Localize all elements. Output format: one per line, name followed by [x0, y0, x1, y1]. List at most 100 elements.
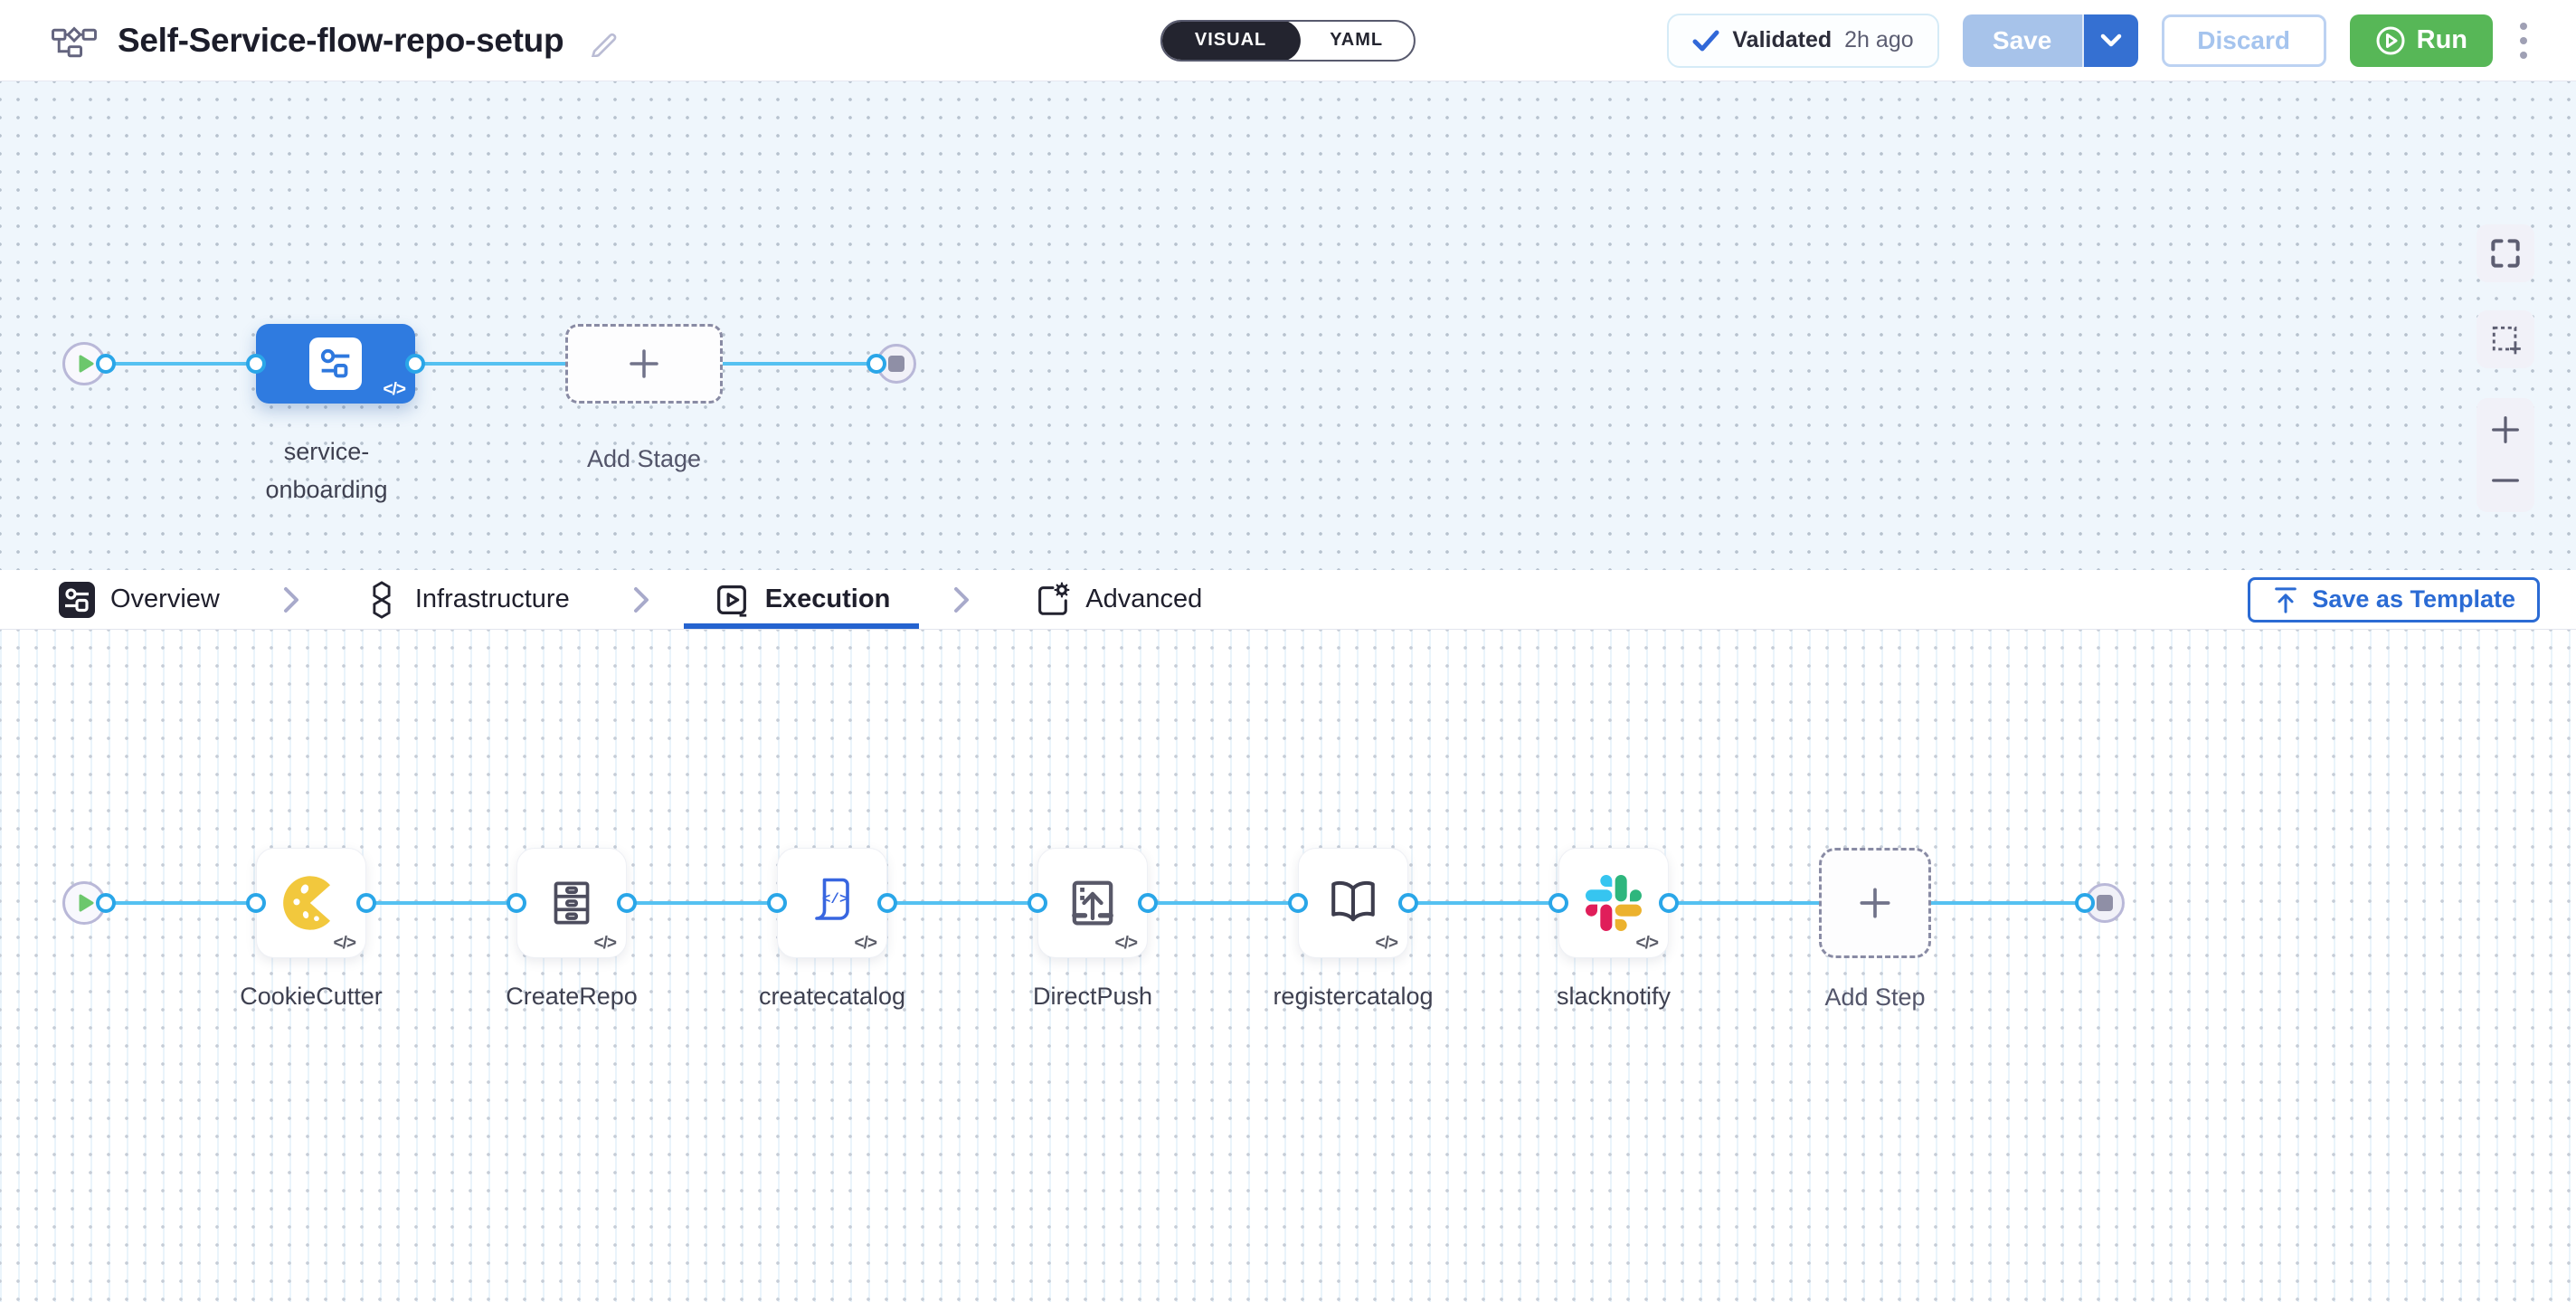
connector-dot[interactable]: [246, 893, 266, 913]
marquee-select-button[interactable]: [2477, 310, 2534, 368]
pipeline-flowchart-icon: [51, 22, 98, 60]
zoom-controls: [2477, 398, 2534, 512]
tab-advanced[interactable]: Advanced: [1026, 570, 1209, 629]
code-badge: </>: [384, 380, 405, 400]
validation-badge[interactable]: Validated 2h ago: [1667, 14, 1938, 68]
connector-dot[interactable]: [2075, 893, 2095, 913]
marquee-select-icon: [2487, 321, 2524, 357]
stage-canvas[interactable]: </> service- onboarding Add Stage: [0, 81, 2576, 570]
stage-label: service- onboarding: [191, 432, 462, 508]
play-icon: [79, 894, 94, 912]
step-card[interactable]: </>: [1037, 848, 1148, 958]
step-label: slacknotify: [1478, 977, 1749, 1015]
chevron-down-icon: [2100, 33, 2122, 48]
code-badge: </>: [1115, 934, 1137, 954]
fullscreen-icon: [2487, 235, 2524, 271]
stage-node-service-onboarding[interactable]: </>: [256, 324, 415, 404]
stage-type-icon: [309, 337, 362, 390]
code-badge: </>: [594, 934, 616, 954]
connector-dot[interactable]: [767, 893, 787, 913]
play-icon: [79, 355, 94, 373]
fullscreen-button[interactable]: [2477, 224, 2534, 282]
edit-pencil-icon[interactable]: [587, 24, 620, 57]
header-actions: Validated 2h ago Save Discard Run: [1667, 14, 2531, 68]
tab-execution[interactable]: Execution: [706, 570, 898, 629]
connector-dot[interactable]: [246, 354, 266, 374]
kebab-menu-icon[interactable]: [2516, 19, 2531, 62]
zoom-out-icon[interactable]: [2488, 463, 2523, 498]
zoom-in-icon[interactable]: [2488, 413, 2523, 447]
slack-icon: [1586, 875, 1642, 931]
connector-dot[interactable]: [96, 893, 116, 913]
chevron-right-icon: [283, 586, 299, 613]
tab-infrastructure[interactable]: Infrastructure: [355, 570, 577, 629]
register-book-icon: [1322, 872, 1384, 934]
connector-dot[interactable]: [617, 893, 637, 913]
add-step-node[interactable]: [1819, 848, 1931, 958]
mode-toggle[interactable]: VISUAL YAML: [1160, 20, 1416, 62]
connector-dot[interactable]: [507, 893, 526, 913]
add-step-label: Add Step: [1739, 978, 2011, 1016]
execution-canvas[interactable]: Add Step </> CookieCutter </> CreateRepo </>…: [0, 630, 2576, 1302]
code-badge: </>: [1636, 934, 1658, 954]
direct-push-icon: [1062, 872, 1123, 934]
chevron-right-icon: [953, 586, 970, 613]
connector-dot[interactable]: [1288, 893, 1308, 913]
run-button[interactable]: Run: [2350, 14, 2493, 67]
connector-dot[interactable]: [96, 354, 116, 374]
save-dropdown-button[interactable]: [2082, 14, 2138, 67]
stage-tabbar: Overview Infrastructure Execution: [0, 570, 2576, 630]
step-label: DirectPush: [957, 977, 1228, 1015]
save-split-button: Save: [1963, 14, 2138, 67]
save-as-template-button[interactable]: Save as Template: [2248, 577, 2540, 622]
upload-template-icon: [2272, 585, 2299, 614]
overview-stage-icon: [58, 581, 96, 619]
step-card[interactable]: </>: [1558, 848, 1669, 958]
step-card[interactable]: </>: [516, 848, 627, 958]
connector-dot[interactable]: [405, 354, 425, 374]
connector-dot[interactable]: [1398, 893, 1418, 913]
repo-drawers-icon: [542, 873, 601, 933]
execution-play-icon: [713, 581, 751, 619]
pipeline-studio: Self-Service-flow-repo-setup VISUAL YAML…: [0, 0, 2576, 1302]
connector-dot[interactable]: [1138, 893, 1158, 913]
code-badge: </>: [855, 934, 876, 954]
step-card[interactable]: </>: [256, 848, 366, 958]
connector-dot[interactable]: [867, 354, 886, 374]
connector-dot[interactable]: [1659, 893, 1679, 913]
discard-button[interactable]: Discard: [2162, 14, 2326, 67]
catalog-script-icon: </>: [801, 872, 863, 934]
validation-status: Validated: [1732, 27, 1832, 53]
step-label: CreateRepo: [436, 977, 707, 1015]
add-stage-label: Add Stage: [508, 440, 780, 478]
stage-flow-line: [86, 362, 891, 366]
step-card[interactable]: </>: [1298, 848, 1408, 958]
tab-overview[interactable]: Overview: [51, 570, 227, 629]
connector-dot[interactable]: [356, 893, 376, 913]
page-title: Self-Service-flow-repo-setup: [118, 22, 564, 60]
connector-dot[interactable]: [877, 893, 897, 913]
toggle-yaml[interactable]: YAML: [1299, 20, 1414, 62]
step-card[interactable]: </> </>: [777, 848, 887, 958]
step-label: CookieCutter: [175, 977, 447, 1015]
chevron-right-icon: [633, 586, 649, 613]
connector-dot[interactable]: [1028, 893, 1047, 913]
advanced-doc-gear-icon: [1033, 581, 1071, 619]
cookiecutter-icon: [277, 869, 346, 937]
plus-icon: [626, 346, 662, 382]
infrastructure-hexagons-icon: [363, 581, 401, 619]
validation-time: 2h ago: [1844, 27, 1913, 53]
step-label: createcatalog: [696, 977, 968, 1015]
toggle-visual[interactable]: VISUAL: [1160, 20, 1301, 62]
connector-dot[interactable]: [1548, 893, 1568, 913]
code-badge: </>: [1376, 934, 1397, 954]
add-stage-node[interactable]: [565, 324, 723, 404]
play-circle-icon: [2375, 25, 2406, 56]
header: Self-Service-flow-repo-setup VISUAL YAML…: [0, 0, 2576, 81]
step-label: registercatalog: [1217, 977, 1489, 1015]
svg-text:</>: </>: [822, 891, 848, 908]
code-badge: </>: [334, 934, 355, 954]
check-icon: [1692, 29, 1719, 52]
save-button[interactable]: Save: [1963, 14, 2082, 67]
plus-icon: [1856, 884, 1894, 922]
